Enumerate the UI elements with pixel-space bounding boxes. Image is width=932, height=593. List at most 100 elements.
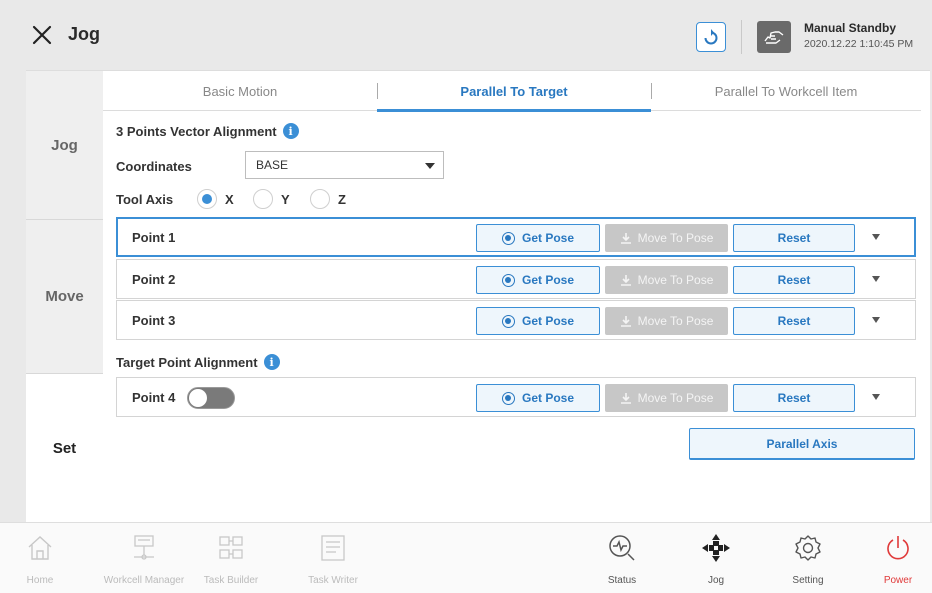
move-to-pose-button[interactable]: Move To Pose: [605, 266, 728, 294]
nav-task-builder[interactable]: Task Builder: [196, 523, 266, 593]
radio-label: Y: [281, 191, 290, 207]
sidebar-item-jog[interactable]: Jog: [26, 71, 103, 220]
bottom-nav: Home Workcell Manager Task Builder Task …: [0, 522, 932, 593]
target-icon: [501, 391, 515, 405]
radio-button: [197, 189, 217, 209]
nav-status[interactable]: Status: [594, 523, 650, 593]
tab-bar: Basic Motion Parallel To Target Parallel…: [103, 71, 921, 112]
radio-axis-x[interactable]: X: [197, 189, 234, 209]
sidebar: Jog Move Set: [26, 71, 103, 523]
move-to-pose-button[interactable]: Move To Pose: [605, 307, 728, 335]
nav-label: Power: [883, 575, 913, 586]
radio-button: [253, 189, 273, 209]
top-bar: Jog Manual Standby 2020.12.22 1:10:45 PM: [0, 0, 932, 70]
divider: [741, 20, 742, 54]
page-title: Jog: [68, 24, 101, 44]
hand-icon[interactable]: [757, 21, 791, 53]
mode-status-time: 2020.12.22 1:10:45 PM: [804, 38, 914, 50]
close-icon[interactable]: [32, 25, 52, 45]
radio-button: [310, 189, 330, 209]
toggle-knob: [189, 389, 207, 407]
nav-label: Jog: [707, 575, 725, 586]
get-pose-label: Get Pose: [521, 231, 575, 245]
nav-label: Workcell Manager: [103, 575, 185, 586]
nav-home[interactable]: Home: [12, 523, 68, 593]
chevron-down-icon[interactable]: [872, 394, 880, 400]
info-icon[interactable]: i: [282, 123, 299, 139]
target-icon: [501, 231, 515, 245]
radio-axis-y[interactable]: Y: [253, 189, 290, 209]
tab-parallel-to-workcell-item[interactable]: Parallel To Workcell Item: [651, 71, 921, 111]
download-icon: [620, 274, 631, 286]
setting-icon: [791, 531, 825, 565]
point-row-1[interactable]: Point 1 Get Pose Move To Pose Reset: [116, 217, 916, 257]
download-icon: [620, 392, 631, 404]
point-label: Point 1: [132, 230, 176, 245]
target-icon: [501, 273, 515, 287]
move-to-pose-button[interactable]: Move To Pose: [605, 384, 728, 412]
reset-button[interactable]: Reset: [733, 307, 855, 335]
nav-workcell-manager[interactable]: Workcell Manager: [96, 523, 192, 593]
coordinates-select[interactable]: BASE: [245, 151, 444, 179]
sidebar-item-set[interactable]: Set: [26, 374, 103, 523]
radio-label: Z: [338, 191, 346, 207]
reset-button[interactable]: Reset: [733, 224, 855, 252]
chevron-down-icon[interactable]: [872, 234, 880, 240]
parallel-axis-button[interactable]: Parallel Axis: [689, 428, 915, 460]
point-row-2[interactable]: Point 2 Get Pose Move To Pose Reset: [116, 259, 916, 299]
mode-status-title: Manual Standby: [804, 21, 897, 35]
task-writer-icon: [316, 531, 350, 565]
main-panel: Jog Move Set Basic Motion Parallel To Ta…: [26, 70, 930, 523]
reset-button[interactable]: Reset: [733, 266, 855, 294]
nav-power[interactable]: Power: [870, 523, 926, 593]
radio-axis-z[interactable]: Z: [310, 189, 346, 209]
power-icon: [881, 531, 915, 565]
download-icon: [620, 315, 631, 327]
point-row-3[interactable]: Point 3 Get Pose Move To Pose Reset: [116, 300, 916, 340]
coordinates-value: BASE: [256, 158, 289, 172]
move-to-pose-label: Move To Pose: [637, 231, 714, 245]
nav-setting[interactable]: Setting: [780, 523, 836, 593]
nav-jog[interactable]: Jog: [688, 523, 744, 593]
chevron-down-icon: [425, 163, 435, 169]
status-icon: [605, 531, 639, 565]
sync-icon: [704, 29, 718, 45]
vector-alignment-heading: 3 Points Vector Alignment i: [116, 123, 299, 139]
nav-label: Task Builder: [203, 575, 259, 586]
coordinates-label: Coordinates: [116, 159, 192, 174]
reset-button[interactable]: Reset: [733, 384, 855, 412]
tab-basic-motion[interactable]: Basic Motion: [103, 71, 377, 111]
point-row-4[interactable]: Point 4 Get Pose Move To Pose Reset: [116, 377, 916, 417]
info-icon[interactable]: i: [263, 354, 280, 370]
chevron-down-icon[interactable]: [872, 276, 880, 282]
get-pose-button[interactable]: Get Pose: [476, 224, 600, 252]
nav-label: Home: [26, 575, 54, 586]
point-label: Point 2: [132, 272, 176, 287]
point-4-toggle[interactable]: [187, 387, 235, 409]
move-to-pose-button[interactable]: Move To Pose: [605, 224, 728, 252]
target-alignment-title: Target Point Alignment: [116, 354, 258, 370]
jog-icon: [699, 531, 733, 565]
get-pose-button[interactable]: Get Pose: [476, 384, 600, 412]
move-to-pose-label: Move To Pose: [637, 391, 714, 405]
home-icon: [23, 531, 57, 565]
nav-task-writer[interactable]: Task Writer: [298, 523, 368, 593]
task-builder-icon: [214, 531, 248, 565]
nav-label: Setting: [792, 575, 824, 586]
point-label: Point 3: [132, 313, 176, 328]
target-alignment-heading: Target Point Alignment i: [116, 354, 280, 370]
sidebar-item-move[interactable]: Move: [26, 220, 103, 374]
get-pose-label: Get Pose: [521, 273, 575, 287]
move-to-pose-label: Move To Pose: [637, 314, 714, 328]
target-icon: [501, 314, 515, 328]
nav-label: Status: [607, 575, 637, 586]
nav-label: Task Writer: [308, 575, 358, 586]
tab-parallel-to-target[interactable]: Parallel To Target: [377, 71, 651, 112]
get-pose-button[interactable]: Get Pose: [476, 266, 600, 294]
workcell-icon: [127, 531, 161, 565]
get-pose-button[interactable]: Get Pose: [476, 307, 600, 335]
sync-button[interactable]: [696, 22, 726, 52]
chevron-down-icon[interactable]: [872, 317, 880, 323]
get-pose-label: Get Pose: [521, 314, 575, 328]
point-label: Point 4: [132, 390, 176, 405]
